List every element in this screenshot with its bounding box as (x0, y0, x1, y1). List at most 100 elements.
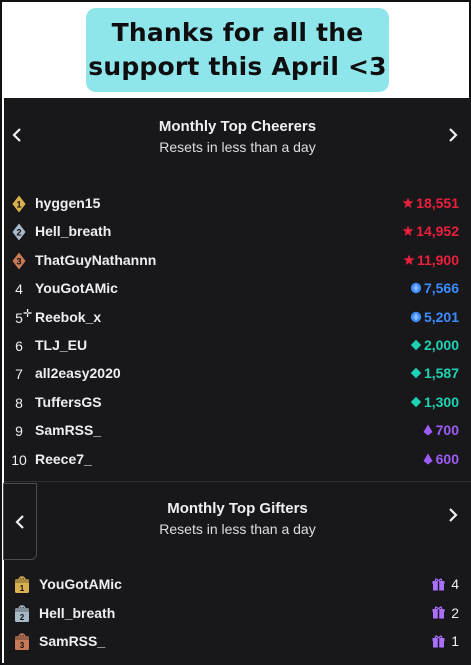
gift-icon (432, 634, 445, 647)
cheer-amount: 2,000 (410, 337, 459, 353)
cheerer-rank: 9 (15, 423, 23, 440)
rank-badge-icon: 2 (11, 222, 27, 242)
gift-count: 2 (432, 605, 459, 621)
bits-icon (410, 368, 422, 379)
banner-line-1: Thanks for all the (111, 18, 364, 47)
gifter-username[interactable]: Hell_breath (39, 605, 115, 621)
rank-badge-icon: 1 (11, 194, 27, 214)
svg-text:3: 3 (20, 641, 25, 650)
svg-text:2: 2 (20, 613, 25, 622)
cheer-amount: 700 (422, 422, 459, 438)
bits-icon (410, 396, 422, 407)
bits-icon (410, 339, 422, 351)
cheerers-header: Monthly Top Cheerers Resets in less than… (4, 98, 471, 178)
cheerer-username[interactable]: SamRSS_ (35, 422, 101, 438)
cheerer-rank: 2 (10, 222, 28, 242)
cheer-amount: 7,566 (410, 280, 459, 296)
gift-icon (432, 577, 445, 590)
cheer-amount-value: 600 (435, 450, 459, 467)
chevron-right-icon (449, 508, 458, 522)
cheerer-row: 6 TLJ_EU 2,000 (4, 334, 471, 358)
bits-icon (403, 254, 415, 265)
section-divider (4, 481, 471, 482)
gift-count-value: 4 (451, 576, 459, 592)
gifters-title: Monthly Top Gifters (167, 500, 308, 517)
rank-badge-icon: 3 (11, 251, 27, 271)
thanks-banner: Thanks for all the support this April <3 (86, 8, 389, 92)
mouse-cursor-icon: ✛ (23, 308, 33, 320)
next-leaderboard-button[interactable] (440, 122, 466, 148)
cheerer-username[interactable]: Reece7_ (35, 451, 92, 467)
gift-count-value: 2 (451, 604, 459, 621)
cheer-amount: 11,900 (403, 252, 459, 268)
cheerer-username[interactable]: hyggen15 (35, 195, 100, 211)
cheerer-username[interactable]: ThatGuyNathannn (35, 252, 156, 268)
leaderboard-panel: Monthly Top Cheerers Resets in less than… (3, 98, 471, 665)
cheer-amount-value: 1,300 (423, 393, 459, 410)
gifter-username[interactable]: SamRSS_ (39, 633, 105, 649)
svg-text:2: 2 (16, 228, 21, 238)
cheer-amount-value: 11,900 (416, 251, 459, 268)
cheerer-row: 1 hyggen15 18,551 (4, 192, 471, 216)
cheerer-username[interactable]: TLJ_EU (35, 337, 87, 353)
svg-text:1: 1 (16, 200, 21, 210)
gifter-row: 2 Hell_breath 2 (4, 602, 471, 626)
svg-text:1: 1 (20, 584, 25, 593)
gifter-rank: 1 (13, 575, 31, 595)
cheer-amount: 1,587 (410, 365, 459, 381)
cheerer-rank: 8 (15, 394, 23, 411)
cheerer-rank: 10 (11, 451, 27, 468)
gift-badge-icon: 1 (15, 576, 29, 593)
banner-line-2: support this April <3 (88, 52, 387, 81)
gifter-rank: 3 (13, 632, 31, 652)
cheerer-username[interactable]: Reebok_x (35, 309, 101, 325)
bits-icon (410, 282, 422, 294)
gifter-row: 1 YouGotAMic 4 (4, 573, 471, 597)
gifters-next-button[interactable] (440, 502, 466, 528)
cheerer-rank: 3 (10, 251, 28, 271)
cheer-amount: 5,201 (410, 309, 459, 325)
gifter-row: 3 SamRSS_ 1 (4, 630, 471, 654)
gifters-header: Monthly Top Gifters Resets in less than … (4, 484, 471, 564)
cheerer-row: 8 TuffersGS 1,300 (4, 391, 471, 415)
svg-text:3: 3 (16, 256, 21, 266)
cheerer-rank: 6 (15, 338, 23, 354)
cheerer-row: 10 Reece7_ 600 (4, 448, 471, 472)
cheer-amount-value: 7,566 (423, 280, 459, 297)
cheer-amount-value: 1,587 (423, 365, 459, 382)
cheer-amount-value: 2,000 (423, 337, 459, 353)
gift-count-value: 1 (451, 633, 459, 649)
bits-icon (410, 311, 422, 322)
screenshot-frame: Thanks for all the support this April <3… (0, 0, 471, 665)
cheerer-row: 3 ThatGuyNathannn 11,900 (4, 249, 471, 273)
cheerer-username[interactable]: Hell_breath (35, 223, 111, 239)
cheer-amount: 18,551 (402, 195, 459, 211)
cheerer-username[interactable]: YouGotAMic (35, 280, 118, 296)
gifter-username[interactable]: YouGotAMic (39, 576, 122, 592)
cheer-amount: 14,952 (402, 223, 459, 239)
cheerer-rank: 1 (10, 194, 28, 214)
cheerer-row: 7 all2easy2020 1,587 (4, 362, 471, 386)
chevron-right-icon (449, 128, 458, 142)
bits-icon (402, 225, 414, 237)
cheer-amount-value: 18,551 (416, 195, 459, 211)
gift-badge-icon: 2 (15, 604, 29, 622)
cheer-amount: 600 (422, 451, 459, 467)
cheerer-rank: 7 (15, 366, 23, 383)
gift-badge-icon: 3 (15, 633, 29, 650)
cheerer-username[interactable]: all2easy2020 (35, 365, 121, 381)
gift-icon (432, 606, 445, 619)
bits-icon (402, 197, 414, 208)
cheer-amount: 1,300 (410, 394, 459, 410)
gift-count: 4 (432, 576, 459, 592)
cheer-amount-value: 700 (435, 422, 459, 439)
gifters-subtitle: Resets in less than a day (159, 521, 316, 537)
cheerer-row: 5 Reebok_x 5,201 (4, 306, 471, 330)
gifter-rank: 2 (13, 604, 31, 624)
cheerer-username[interactable]: TuffersGS (35, 394, 102, 410)
cheer-amount-value: 14,952 (416, 223, 459, 240)
cheerer-row: 4 YouGotAMic 7,566 (4, 277, 471, 301)
cheer-amount-value: 5,201 (423, 308, 459, 325)
bits-icon (423, 424, 433, 436)
cheerers-subtitle: Resets in less than a day (159, 139, 316, 155)
